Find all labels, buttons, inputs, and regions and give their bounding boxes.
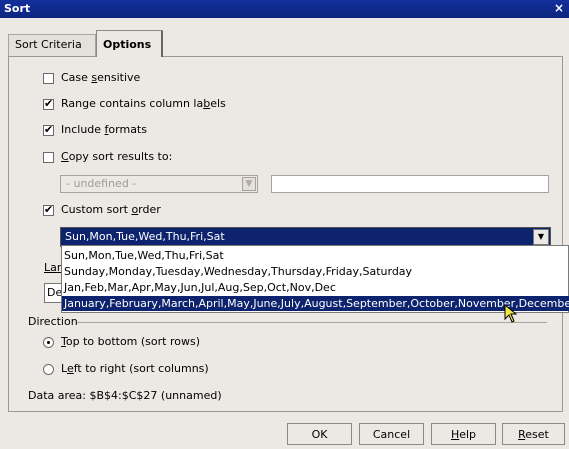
list-item[interactable]: Sunday,Monday,Tuesday,Wednesday,Thursday… [62,264,569,279]
tab-sort-criteria[interactable]: Sort Criteria [8,34,96,56]
ok-button[interactable]: OK [287,423,352,445]
include-formats-checkbox[interactable] [43,123,54,136]
custom-order-checkbox[interactable] [43,203,54,216]
list-item[interactable]: Sun,Mon,Tue,Wed,Thu,Fri,Sat [62,248,569,263]
data-area-text: Data area: $B$4:$C$27 (unnamed) [28,389,222,402]
top-to-bottom-radio[interactable] [43,337,54,348]
contains-labels-checkbox[interactable] [43,97,54,110]
direction-legend: Direction [28,315,78,328]
direction-divider [77,322,547,323]
title-bar: Sort × [0,0,569,18]
chevron-down-icon[interactable]: ▼ [533,229,549,245]
window-title: Sort [4,2,31,15]
mouse-pointer-icon [504,304,518,323]
tab-options[interactable]: Options [96,30,163,57]
custom-order-dropdown-list[interactable]: Sun,Mon,Tue,Wed,Thu,Fri,Sat Sunday,Monda… [61,245,569,313]
copy-target-input[interactable] [271,175,549,193]
list-item-selected[interactable]: January,February,March,April,May,June,Ju… [62,296,569,311]
reset-button[interactable]: Reset [502,423,565,445]
language-label: Lar [44,261,62,274]
case-sensitive-checkbox[interactable] [43,73,54,84]
options-panel: Case sensitive Range contains column lab… [8,56,563,412]
chevron-down-icon[interactable]: ▼ [242,177,256,191]
copy-results-checkbox[interactable] [43,152,54,163]
help-button[interactable]: Help [431,423,496,445]
cancel-button[interactable]: Cancel [359,423,424,445]
list-item[interactable]: Jan,Feb,Mar,Apr,May,Jun,Jul,Aug,Sep,Oct,… [62,280,569,295]
copy-target-combo[interactable]: - undefined - ▼ [60,175,258,193]
copy-results-label: Copy sort results to: [61,150,173,163]
include-formats-label: Include formats [61,123,147,136]
case-sensitive-label: Case sensitive [61,71,141,84]
left-to-right-label: Left to right (sort columns) [61,362,209,375]
left-to-right-radio[interactable] [43,364,54,375]
close-icon[interactable]: × [553,2,565,15]
contains-labels-label: Range contains column labels [61,97,226,110]
custom-order-combo[interactable]: Sun,Mon,Tue,Wed,Thu,Fri,Sat ▼ [60,227,551,247]
top-to-bottom-label: Top to bottom (sort rows) [61,335,201,348]
custom-order-label: Custom sort order [61,203,161,216]
